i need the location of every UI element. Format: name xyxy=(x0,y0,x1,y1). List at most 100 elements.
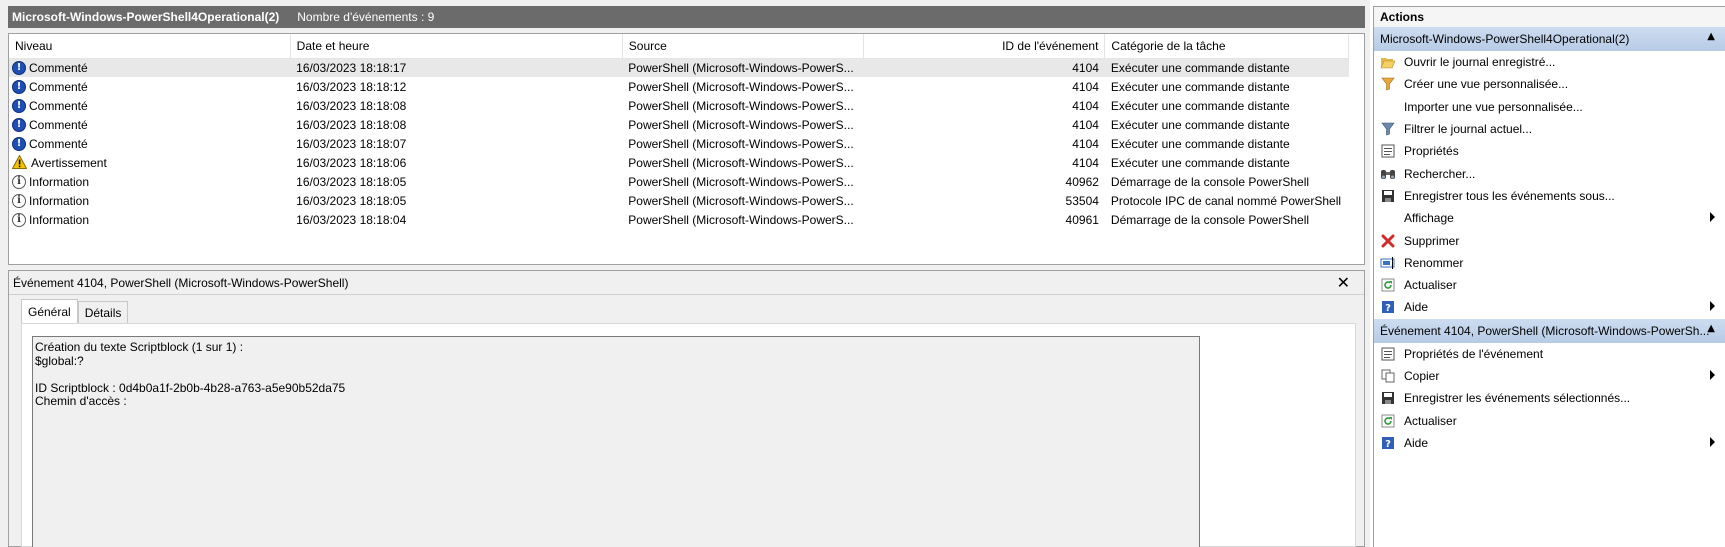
actions-pane: Actions Microsoft-Windows-PowerShell4Ope… xyxy=(1373,6,1725,547)
cell-event-id: 40962 xyxy=(1065,174,1099,189)
action-label: Filtrer le journal actuel... xyxy=(1404,122,1533,137)
refresh-icon xyxy=(1380,277,1396,293)
close-icon[interactable]: ✕ xyxy=(1337,273,1350,292)
event-properties-icon xyxy=(1380,346,1396,362)
submenu-arrow-icon xyxy=(1710,212,1715,223)
event-table-body: ! Commenté 16/03/2023 18:18:17 PowerShell (… xyxy=(9,58,1349,229)
filter-icon xyxy=(1380,121,1396,137)
action-affichage[interactable]: Affichage xyxy=(1374,207,1725,229)
action-enregistrer-les-evenements-selectionnes[interactable]: Enregistrer les événements sélectionnés.… xyxy=(1374,387,1725,409)
action-label: Aide xyxy=(1404,300,1429,315)
cell-level: i Information xyxy=(9,210,290,229)
action-actualiser[interactable]: Actualiser xyxy=(1374,409,1725,431)
level-text: Information xyxy=(29,193,90,208)
action-actualiser[interactable]: Actualiser xyxy=(1374,274,1725,296)
event-detail-header: Événement 4104, PowerShell (Microsoft-Wi… xyxy=(9,271,1364,295)
table-row[interactable]: i Information 16/03/2023 18:18:05 PowerShel… xyxy=(9,191,1349,210)
cell-source: PowerShell (Microsoft-Windows-PowerS... xyxy=(628,155,854,170)
action-proprietes[interactable]: Propriétés xyxy=(1374,140,1725,162)
column-header-event-id[interactable]: ID de l'événement xyxy=(863,34,1106,59)
event-description-text[interactable]: Création du texte Scriptblock (1 sur 1) … xyxy=(32,336,1200,547)
table-row[interactable]: ! Commenté 16/03/2023 18:18:08 PowerShell (… xyxy=(9,115,1349,134)
info-icon: ! xyxy=(12,60,26,75)
cell-level: i Information xyxy=(9,172,290,191)
action-label: Rechercher... xyxy=(1404,166,1476,181)
action-enregistrer-tous-les-evenements-sous[interactable]: Enregistrer tous les événements sous... xyxy=(1374,185,1725,207)
cell-task-category: Exécuter une commande distante xyxy=(1110,155,1290,170)
cell-task-category: Exécuter une commande distante xyxy=(1110,79,1290,94)
table-row[interactable]: ! Commenté 16/03/2023 18:18:12 PowerShell (… xyxy=(9,77,1349,96)
table-row[interactable]: i Information 16/03/2023 18:18:05 PowerShel… xyxy=(9,172,1349,191)
action-filtrer-le-journal-actuel[interactable]: Filtrer le journal actuel... xyxy=(1374,118,1725,140)
level-text: Commenté xyxy=(29,136,88,151)
event-detail-pane: Événement 4104, PowerShell (Microsoft-Wi… xyxy=(8,270,1365,547)
action-label: Affichage xyxy=(1404,211,1454,226)
column-header-source[interactable]: Source xyxy=(622,34,865,59)
action-copier[interactable]: Copier xyxy=(1374,365,1725,387)
cell-date: 16/03/2023 18:18:17 xyxy=(290,58,623,77)
action-renommer[interactable]: Renommer xyxy=(1374,252,1725,274)
svg-text:?: ? xyxy=(1385,303,1391,314)
action-label: Propriétés xyxy=(1404,144,1459,159)
actions-title: Actions xyxy=(1374,7,1725,27)
event-list[interactable]: Niveau Date et heure Source ID de l'évén… xyxy=(8,33,1365,265)
table-row[interactable]: i Information 16/03/2023 18:18:04 PowerShel… xyxy=(9,210,1349,229)
actions-section-event[interactable]: Événement 4104, PowerShell (Microsoft-Wi… xyxy=(1374,318,1725,343)
event-table-header: Niveau Date et heure Source ID de l'évén… xyxy=(9,34,1349,59)
column-header-task-category[interactable]: Catégorie de la tâche xyxy=(1104,34,1349,59)
cell-date: 16/03/2023 18:18:08 xyxy=(296,117,407,132)
log-title-bar: Microsoft-Windows-PowerShell4Operational… xyxy=(8,6,1365,28)
binoculars-icon xyxy=(1380,166,1396,182)
log-pane: Microsoft-Windows-PowerShell4Operational… xyxy=(0,0,1370,547)
cell-event-id: 53504 xyxy=(1065,193,1099,208)
column-header-date[interactable]: Date et heure xyxy=(290,34,623,59)
cell-source: PowerShell (Microsoft-Windows-PowerS... xyxy=(628,136,854,151)
action-label: Supprimer xyxy=(1404,233,1460,248)
action-importer-une-vue-personnalisee[interactable]: Importer une vue personnalisée... xyxy=(1374,96,1725,118)
action-supprimer[interactable]: Supprimer xyxy=(1374,229,1725,251)
action-proprietes-de-l-evenement[interactable]: Propriétés de l'événement xyxy=(1374,343,1725,365)
action-aide[interactable]: ? Aide xyxy=(1374,296,1725,318)
action-ouvrir-le-journal-enregistre[interactable]: Ouvrir le journal enregistré... xyxy=(1374,51,1725,73)
actions-section-event-label: Événement 4104, PowerShell (Microsoft-Wi… xyxy=(1380,323,1710,338)
collapse-up-icon[interactable]: ▲ xyxy=(1707,323,1715,334)
cell-date: 16/03/2023 18:18:08 xyxy=(296,98,407,113)
table-row[interactable]: ! Commenté 16/03/2023 18:18:07 PowerShell (… xyxy=(9,134,1349,153)
blank-icon-space xyxy=(1380,210,1396,226)
table-row[interactable]: ! Commenté 16/03/2023 18:18:17 PowerShell (… xyxy=(9,58,1349,77)
level-text: Commenté xyxy=(29,79,88,94)
cell-task-category: Exécuter une commande distante xyxy=(1110,98,1290,113)
cell-source: PowerShell (Microsoft-Windows-PowerS... xyxy=(628,117,854,132)
action-label: Renommer xyxy=(1404,255,1464,270)
cell-level: i Information xyxy=(9,191,290,210)
collapse-up-icon[interactable]: ▲ xyxy=(1707,31,1715,42)
cell-task-category: Exécuter une commande distante xyxy=(1110,136,1290,151)
action-label: Copier xyxy=(1404,369,1440,383)
action-label: Enregistrer tous les événements sous... xyxy=(1404,188,1615,203)
cell-event-id: 4104 xyxy=(863,58,1105,77)
action-creer-une-vue-personnalisee[interactable]: Créer une vue personnalisée... xyxy=(1374,73,1725,95)
column-header-level[interactable]: Niveau xyxy=(9,34,291,59)
blank-icon-space xyxy=(1380,99,1396,115)
info-icon: ! xyxy=(12,98,26,113)
tab-general-content: Création du texte Scriptblock (1 sur 1) … xyxy=(21,323,1356,547)
cell-event-id: 4104 xyxy=(1072,79,1099,94)
action-rechercher[interactable]: Rechercher... xyxy=(1374,162,1725,184)
event-table: Niveau Date et heure Source ID de l'évén… xyxy=(9,34,1349,229)
action-aide[interactable]: ? Aide xyxy=(1374,432,1725,454)
cell-level: Avertissement xyxy=(9,153,290,172)
cell-date: 16/03/2023 18:18:05 xyxy=(296,193,407,208)
table-row[interactable]: Avertissement 16/03/2023 18:18:06 PowerShe… xyxy=(9,153,1349,172)
copy-icon xyxy=(1380,368,1396,384)
level-text: Commenté xyxy=(29,60,88,75)
help-icon: ? xyxy=(1380,299,1396,315)
tab-general[interactable]: Général xyxy=(21,299,78,323)
table-row[interactable]: ! Commenté 16/03/2023 18:18:08 PowerShell (… xyxy=(9,96,1349,115)
tab-details[interactable]: Détails xyxy=(77,301,129,323)
open-folder-icon xyxy=(1380,54,1396,70)
actions-section-log[interactable]: Microsoft-Windows-PowerShell4Operational… xyxy=(1374,27,1725,51)
event-count: Nombre d'événements : 9 xyxy=(297,10,435,24)
info-icon: ! xyxy=(12,117,26,132)
cell-source: PowerShell (Microsoft-Windows-PowerS... xyxy=(628,212,854,227)
actions-section-event-items: Propriétés de l'événement Copier Enregistr… xyxy=(1374,343,1725,454)
